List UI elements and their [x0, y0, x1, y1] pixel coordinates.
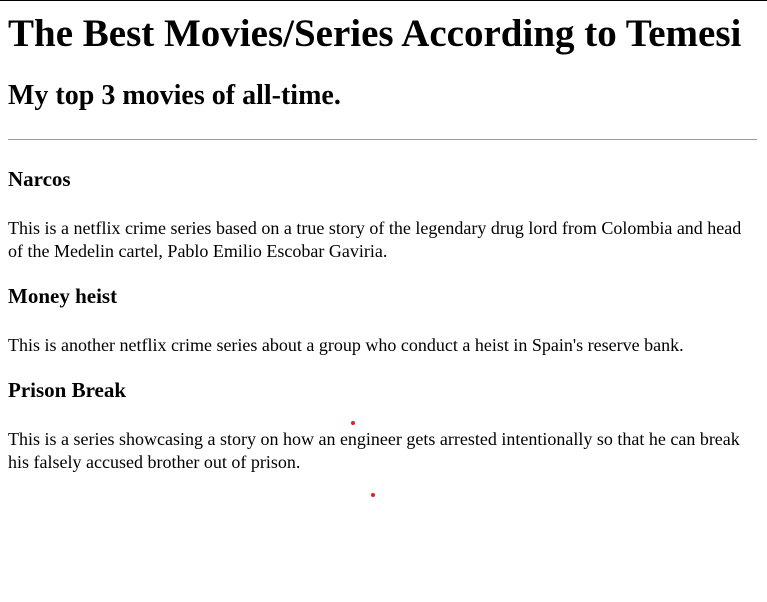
movie-description: This is a netflix crime series based on …	[8, 218, 742, 261]
movie-item-money-heist: Money heist This is another netflix crim…	[8, 281, 757, 357]
page-title: The Best Movies/Series According to Teme…	[8, 12, 742, 55]
page-content: The Best Movies/Series According to Teme…	[8, 0, 757, 474]
cursor-marker-dot	[351, 421, 355, 425]
movie-description: This is a series showcasing a story on h…	[8, 429, 740, 472]
page-subtitle: My top 3 movies of all-time.	[8, 80, 341, 111]
movie-title: Money heist	[8, 284, 118, 308]
movie-item-narcos: Narcos This is a netflix crime series ba…	[8, 164, 757, 263]
movie-description: This is another netflix crime series abo…	[8, 335, 684, 355]
movie-item-prison-break: Prison Break This is a series showcasing…	[8, 375, 757, 474]
section-divider	[8, 139, 757, 140]
movie-title: Narcos	[8, 167, 71, 191]
cursor-marker-dot	[371, 493, 375, 497]
movie-title: Prison Break	[8, 378, 127, 402]
